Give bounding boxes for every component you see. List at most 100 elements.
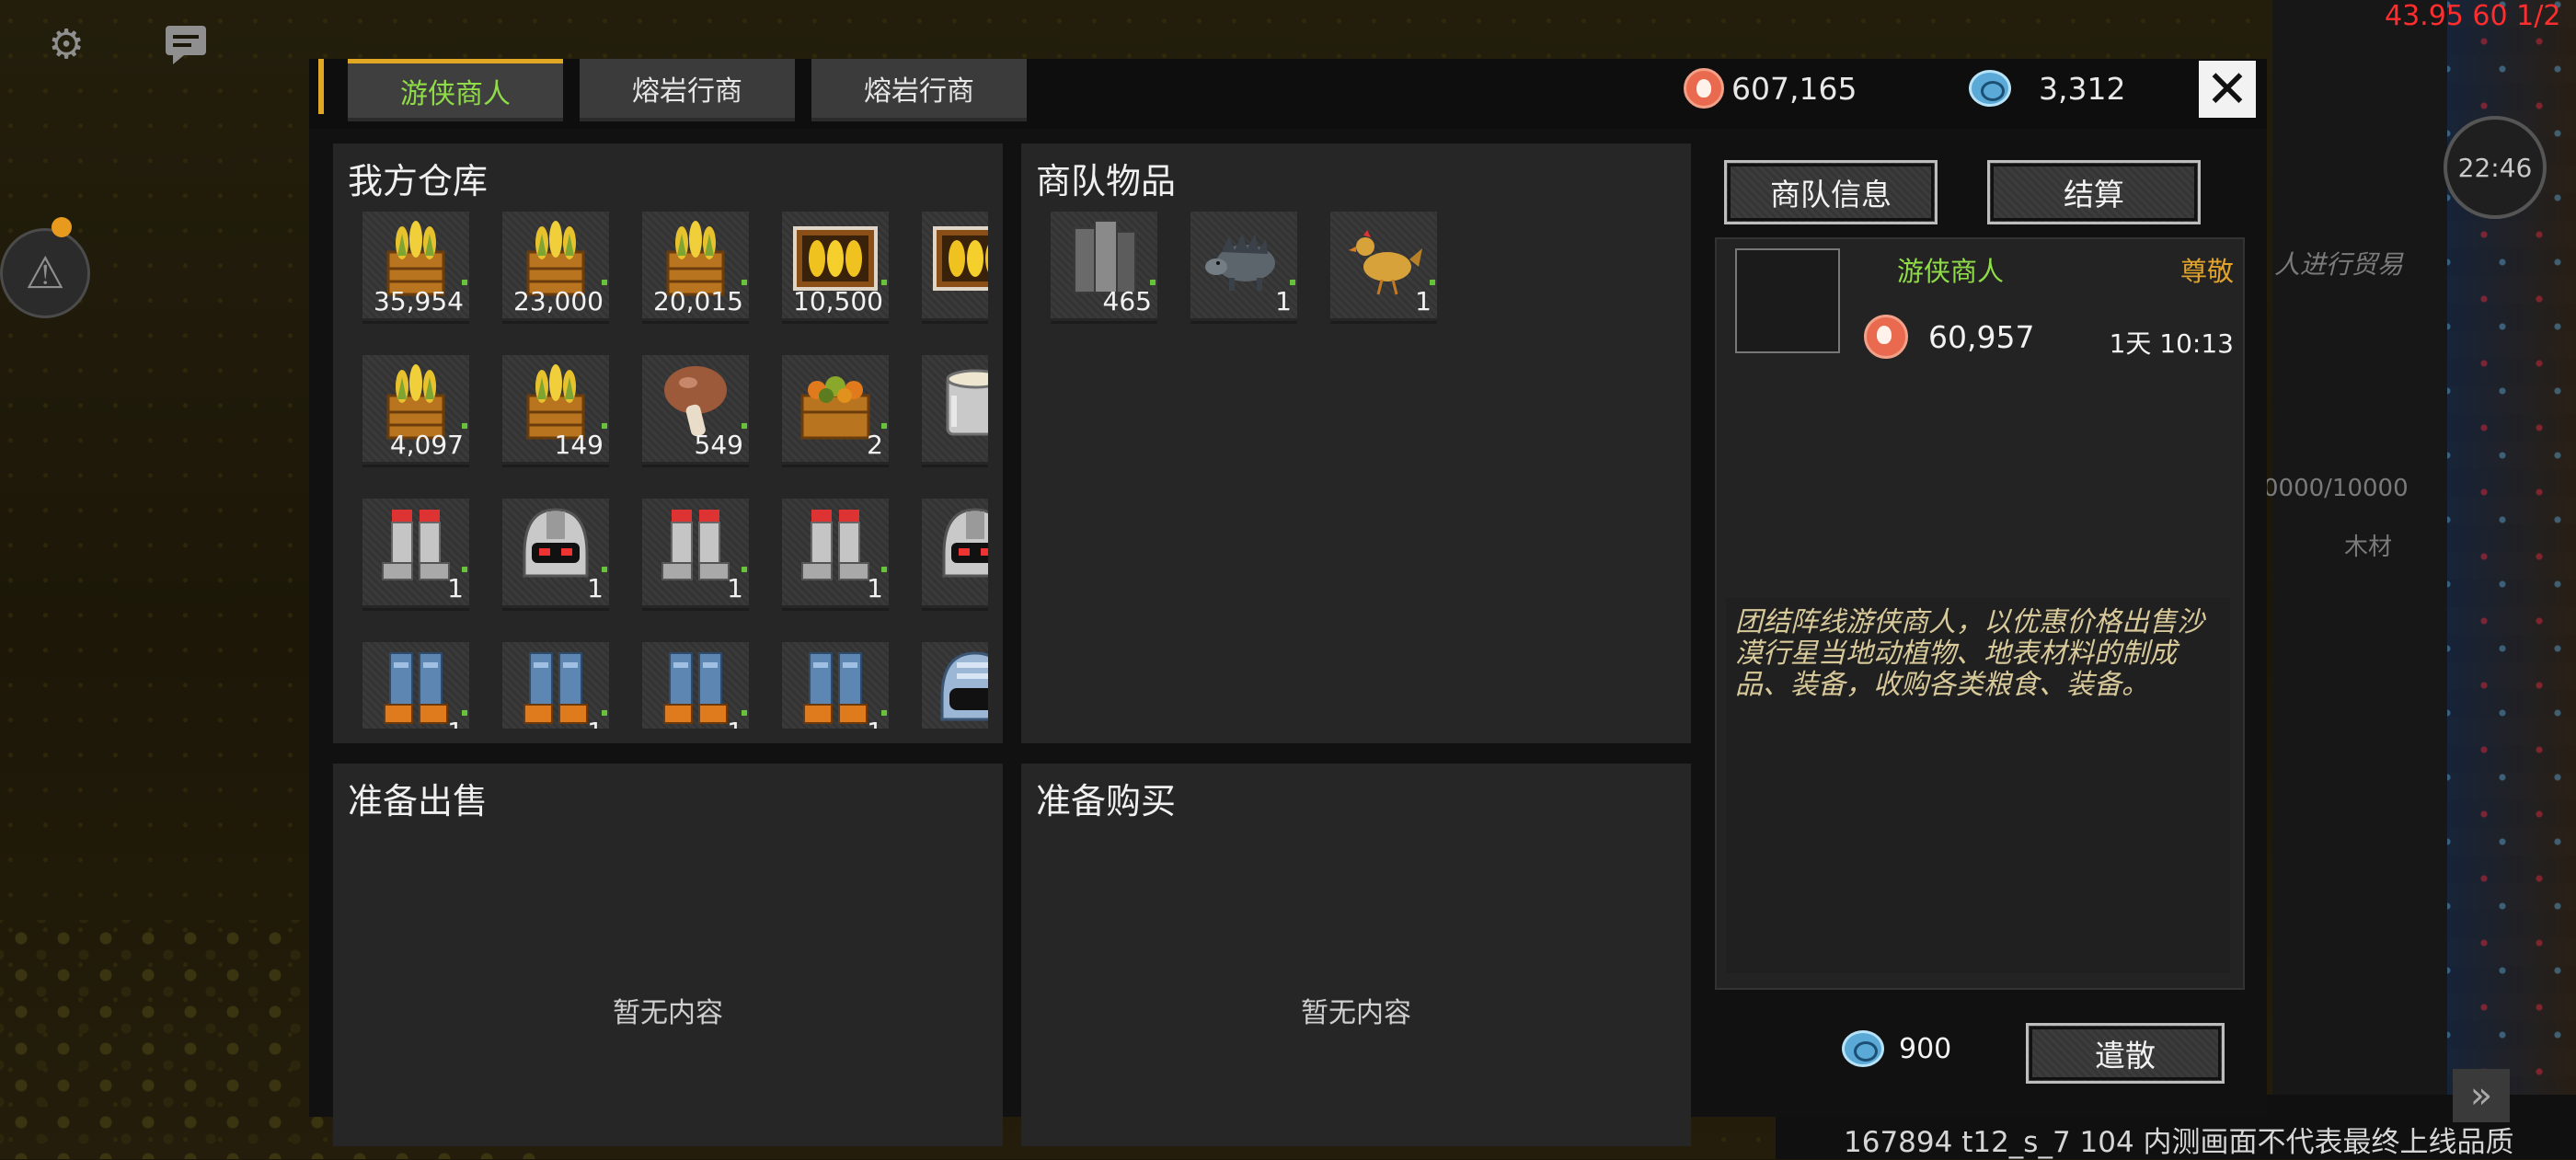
item-slot[interactable]: 465 [1051, 212, 1157, 324]
quality-marker [602, 567, 607, 572]
settle-button[interactable]: 结算 [1987, 160, 2201, 224]
item-quantity: 1 [727, 573, 743, 603]
item-slot[interactable]: 149 [502, 355, 609, 467]
slot-divider [502, 465, 609, 467]
blue-helmet-icon [922, 642, 988, 729]
ticket-balance: 3,312 [1969, 63, 2125, 114]
relation-status: 尊敬 [2179, 256, 2234, 287]
item-quantity: 1 [447, 717, 464, 729]
grey-helmet-art [942, 508, 988, 578]
merchant-info-box: 游侠商人 尊敬 60,957 1天 10:13 团结阵线游侠商人，以优惠价格出售… [1715, 237, 2245, 990]
item-slot[interactable]: 4,097 [362, 355, 469, 467]
quality-marker [462, 710, 467, 716]
slot-divider [1330, 321, 1437, 324]
buy-empty-text: 暂无内容 [1301, 997, 1411, 1029]
item-slot[interactable]: 1 [922, 642, 988, 729]
quality-marker [462, 567, 467, 572]
tab-lava-trader-2[interactable]: 熔岩行商 [811, 59, 1027, 121]
item-quantity: 149 [554, 430, 604, 460]
ticket-icon [1842, 1030, 1884, 1067]
item-slot[interactable]: 1 [362, 642, 469, 729]
ready-to-sell-panel: 准备出售 暂无内容 [333, 764, 1003, 1146]
quality-marker [881, 423, 887, 429]
coin-balance: 607,165 [1684, 63, 1857, 114]
slot-divider [782, 608, 889, 611]
item-slot[interactable]: 1 [922, 355, 988, 467]
item-quantity: 1 [587, 717, 604, 729]
item-slot[interactable]: 1 [502, 499, 609, 611]
slot-divider [362, 608, 469, 611]
item-slot[interactable]: 549 [642, 355, 749, 467]
tab-ranger-merchant[interactable]: 游侠商人 [348, 59, 563, 121]
quality-marker [742, 710, 747, 716]
item-slot[interactable]: 2 [782, 355, 889, 467]
pot-art [946, 369, 988, 436]
coin-amount: 607,165 [1731, 70, 1857, 107]
item-slot[interactable]: 1 [642, 499, 749, 611]
item-quantity: 1 [1415, 286, 1432, 316]
merchant-avatar [1735, 248, 1840, 353]
capacity-text: 0000/10000 [2263, 475, 2409, 502]
item-slot[interactable]: 1 [1330, 212, 1437, 324]
remaining-time: 1天 10:13 [2109, 328, 2234, 359]
coin-icon [1684, 68, 1724, 109]
warning-icon[interactable]: ⚠ [0, 228, 90, 318]
fast-forward-button[interactable]: » [2453, 1069, 2510, 1122]
settings-gear-icon[interactable]: ⚙ [39, 17, 94, 72]
coin-icon [1864, 315, 1908, 359]
caravan-goods-grid[interactable]: 465 1 1 [1051, 212, 1676, 729]
item-slot[interactable]: 10,500 [782, 212, 889, 324]
tab-lava-trader-1[interactable]: 熔岩行商 [580, 59, 795, 121]
item-slot[interactable]: 1 [922, 499, 988, 611]
quality-marker [1430, 280, 1435, 285]
quality-marker [742, 567, 747, 572]
item-slot[interactable]: 1 [642, 642, 749, 729]
item-slot[interactable]: 1 [502, 642, 609, 729]
item-quantity: 20,015 [653, 286, 743, 316]
item-quantity: 23,000 [513, 286, 604, 316]
item-quantity: 549 [694, 430, 743, 460]
blue-boots-icon [362, 642, 469, 729]
slot-divider [922, 608, 988, 611]
tab-bar: 游侠商人 熔岩行商 熔岩行商 607,165 3,312 ✕ [309, 59, 2267, 129]
item-slot[interactable]: 1 [1190, 212, 1297, 324]
item-slot[interactable]: 1 [782, 642, 889, 729]
sell-empty-text: 暂无内容 [613, 997, 723, 1029]
slot-divider [362, 321, 469, 324]
quality-marker [881, 710, 887, 716]
corn-box-icon [922, 212, 988, 318]
ready-to-buy-title: 准备购买 [1036, 781, 1177, 821]
ready-to-buy-panel: 准备购买 暂无内容 [1021, 764, 1691, 1146]
slot-divider [922, 465, 988, 467]
trade-window: 游侠商人 熔岩行商 熔岩行商 607,165 3,312 ✕ 我方仓库 35,9… [309, 59, 2267, 1146]
dismiss-cost-amount: 900 [1899, 1032, 1952, 1065]
slot-divider [642, 321, 749, 324]
item-slot[interactable]: 1 [362, 499, 469, 611]
side-panel-shadow [2272, 0, 2447, 1159]
item-quantity: 1 [727, 717, 743, 729]
item-quantity: 465 [1102, 286, 1152, 316]
item-quantity: 1 [867, 573, 883, 603]
slot-divider [362, 465, 469, 467]
item-quantity: 1 [867, 717, 883, 729]
my-storage-grid[interactable]: 35,954 23,000 20,015 10,500 3 4,097 149 549 2 1 1 1… [362, 212, 988, 729]
item-slot[interactable]: 1 [782, 499, 889, 611]
quality-marker [742, 423, 747, 429]
item-slot[interactable]: 35,954 [362, 212, 469, 324]
ticket-amount: 3,312 [2039, 70, 2126, 107]
item-slot[interactable]: 20,015 [642, 212, 749, 324]
quality-marker [462, 423, 467, 429]
close-button[interactable]: ✕ [2199, 60, 2256, 120]
dismiss-button[interactable]: 遣散 [2026, 1023, 2225, 1084]
game-clock[interactable]: 22:46 [2444, 116, 2547, 219]
caravan-info-button[interactable]: 商队信息 [1724, 160, 1938, 224]
side-quest-text: 人进行贸易 [2274, 249, 2404, 280]
item-slot[interactable]: 23,000 [502, 212, 609, 324]
item-quantity: 4,097 [389, 430, 464, 460]
blue-boots-icon [782, 642, 889, 729]
chat-icon[interactable] [158, 17, 213, 72]
item-slot[interactable]: 3 [922, 212, 988, 324]
merchant-description: 团结阵线游侠商人，以优惠价格出售沙漠行星当地动植物、地表材料的制成品、装备，收购… [1726, 598, 2230, 973]
fps-counter: 43.95 60 1/2 [2385, 0, 2561, 32]
slot-divider [502, 321, 609, 324]
